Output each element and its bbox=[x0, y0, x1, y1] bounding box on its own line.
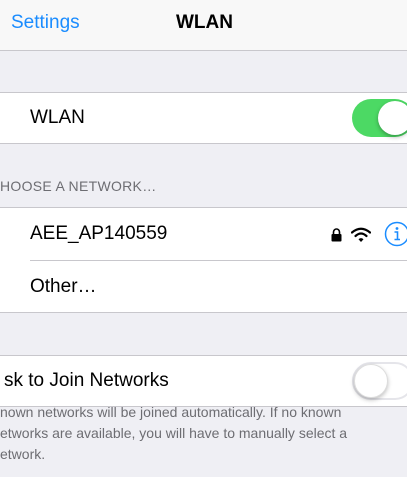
divider bbox=[0, 143, 407, 144]
footer-line: etworks are available, you will have to … bbox=[0, 425, 348, 441]
wlan-row: WLAN bbox=[0, 92, 407, 144]
wlan-toggle[interactable] bbox=[352, 99, 407, 137]
divider bbox=[0, 355, 407, 356]
network-row-aee-ap140559[interactable]: AEE_AP140559 bbox=[0, 207, 407, 260]
other-network-row[interactable]: Other… bbox=[0, 260, 407, 313]
toggle-knob bbox=[378, 101, 407, 135]
back-button-settings[interactable]: Settings bbox=[11, 12, 80, 34]
ask-to-join-row: sk to Join Networks bbox=[0, 355, 407, 407]
footer-line: etwork. bbox=[0, 446, 46, 462]
ask-to-join-label: sk to Join Networks bbox=[4, 370, 169, 391]
choose-network-header: HOOSE A NETWORK… bbox=[0, 178, 157, 194]
divider bbox=[0, 312, 407, 313]
page-title: WLAN bbox=[176, 12, 233, 33]
ask-to-join-toggle[interactable] bbox=[352, 362, 407, 400]
lock-icon bbox=[331, 228, 342, 247]
navigation-bar: Settings WLAN bbox=[0, 0, 407, 51]
footer-line: nown networks will be joined automatical… bbox=[0, 404, 342, 420]
network-name: AEE_AP140559 bbox=[30, 223, 168, 244]
ask-to-join-footer: nown networks will be joined automatical… bbox=[0, 402, 407, 470]
other-network-label: Other… bbox=[30, 276, 97, 297]
divider bbox=[0, 92, 407, 93]
wlan-label: WLAN bbox=[30, 107, 85, 128]
toggle-knob bbox=[354, 364, 388, 398]
network-list: AEE_AP140559 Other… bbox=[0, 207, 407, 313]
wifi-icon bbox=[350, 227, 372, 248]
info-icon[interactable] bbox=[384, 221, 407, 252]
